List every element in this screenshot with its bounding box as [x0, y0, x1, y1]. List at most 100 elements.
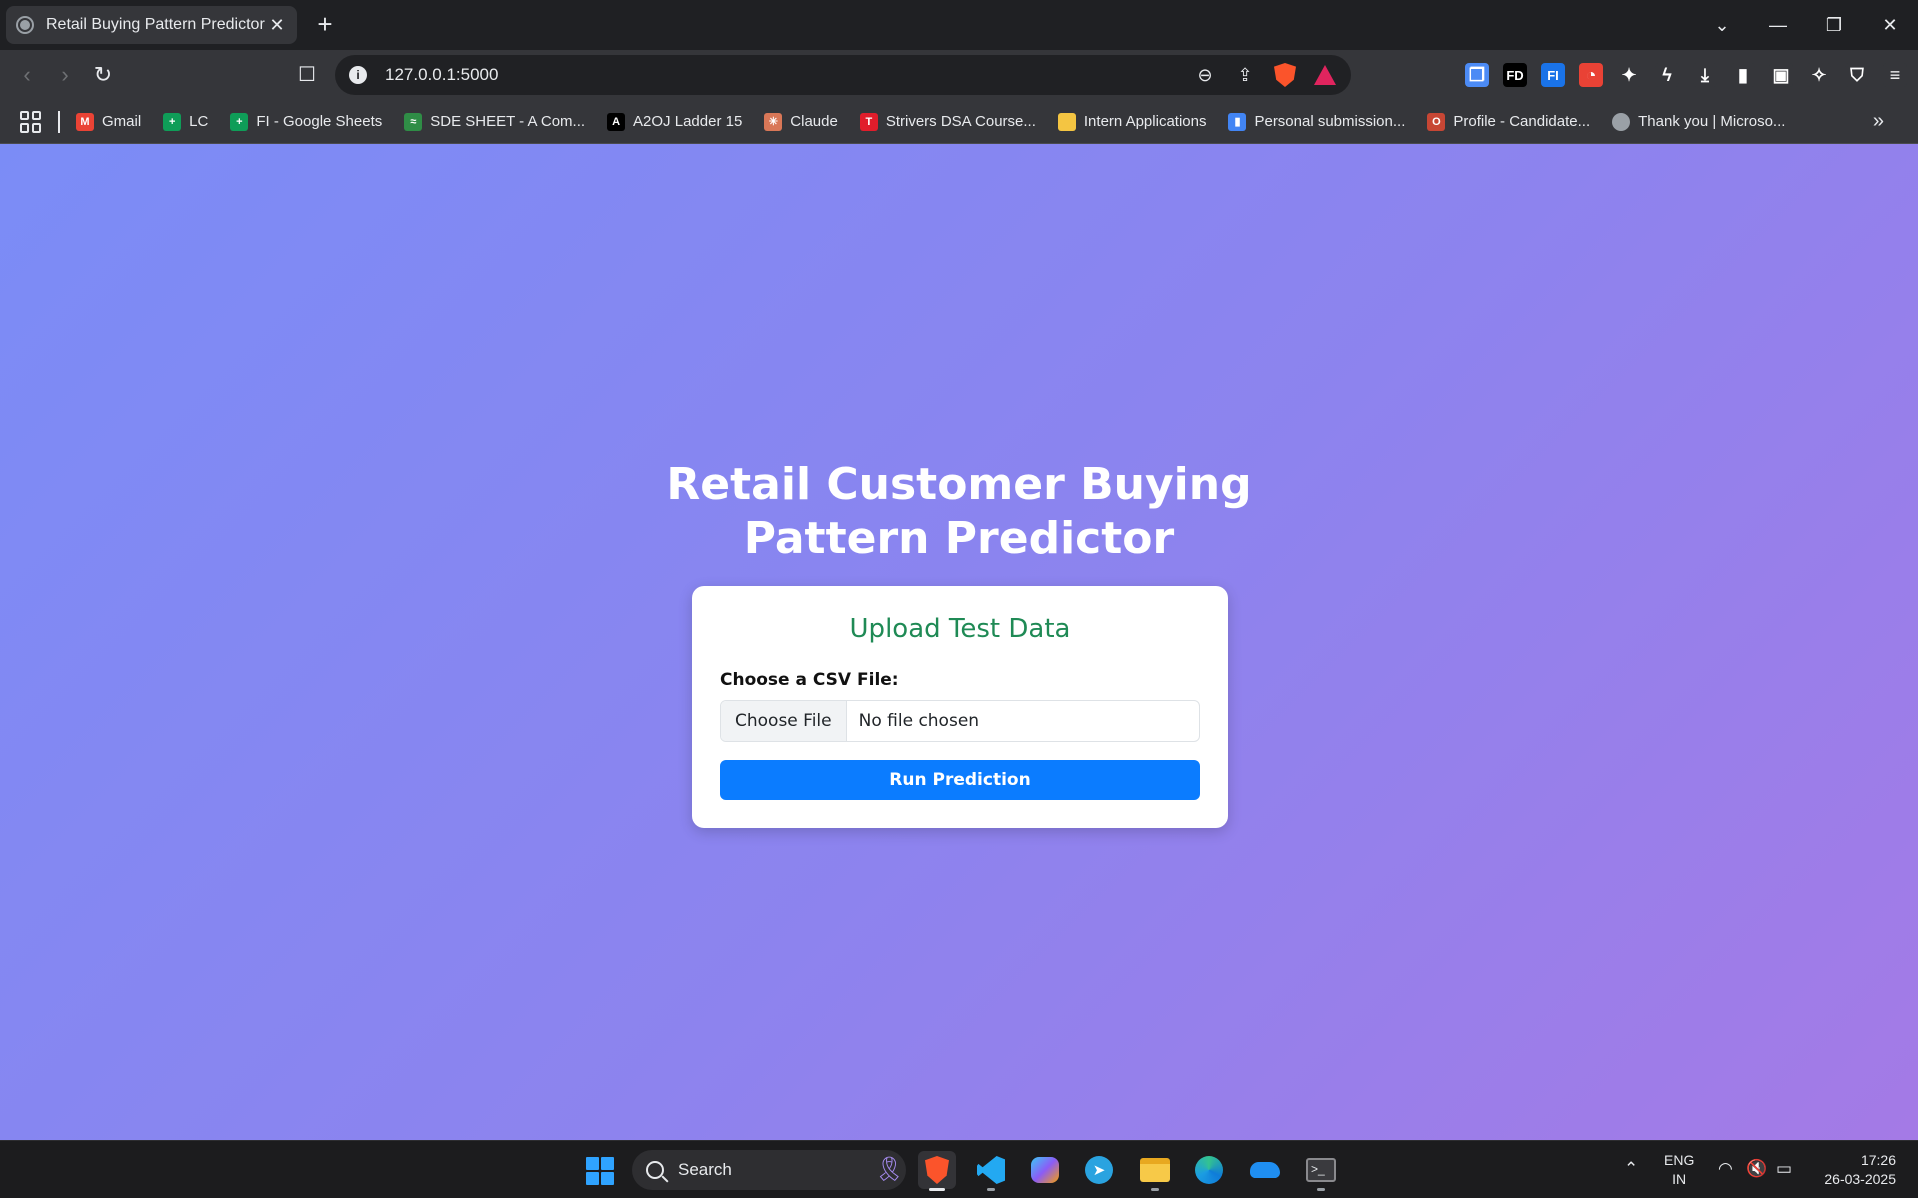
- region-code: IN: [1672, 1171, 1687, 1187]
- brave-icon[interactable]: [918, 1151, 956, 1191]
- upload-card: Upload Test Data Choose a CSV File: Choo…: [692, 586, 1228, 828]
- bolt-ext-icon[interactable]: ϟ: [1655, 63, 1679, 87]
- clock-date: 26-03-2025: [1824, 1171, 1896, 1187]
- taskbar-search[interactable]: Search 🎗: [632, 1150, 906, 1190]
- puzzle-icon[interactable]: ✦: [1617, 63, 1641, 87]
- minimize-button[interactable]: —: [1750, 15, 1806, 36]
- gmail-icon: M: [76, 112, 94, 131]
- close-window-button[interactable]: ✕: [1862, 15, 1918, 36]
- system-clock[interactable]: 17:26 26-03-2025: [1824, 1151, 1896, 1189]
- tab-title: Retail Buying Pattern Predictor: [46, 16, 265, 33]
- awareness-ribbon-icon: 🎗: [874, 1156, 905, 1183]
- bookmark-label: FI - Google Sheets: [256, 113, 383, 130]
- edge-icon[interactable]: [1190, 1151, 1228, 1189]
- tuf-icon: T: [859, 112, 878, 131]
- bookmark-label: Intern Applications: [1083, 113, 1207, 130]
- wifi-icon[interactable]: ◠: [1718, 1159, 1733, 1179]
- choose-file-button[interactable]: Choose File: [721, 701, 847, 741]
- bookmark-item[interactable]: T Strivers DSA Course...: [859, 112, 1036, 131]
- bookmark-label: A2OJ Ladder 15: [633, 113, 743, 130]
- bookmark-item[interactable]: A A2OJ Ladder 15: [607, 112, 743, 131]
- bookmark-label: LC: [189, 113, 209, 130]
- oracle-icon: O: [1427, 112, 1446, 131]
- globe-icon: [1612, 112, 1631, 131]
- sheets-icon: +: [230, 112, 249, 131]
- brave-shields-icon[interactable]: [1273, 63, 1297, 87]
- bookmark-item[interactable]: Thank you | Microso...: [1612, 112, 1786, 131]
- windows-taskbar: Search 🎗 ➤ >_ ⌃ ENG IN ◠ 🔇 ▭ 17:26 26-03…: [0, 1140, 1918, 1198]
- site-info-icon[interactable]: i: [349, 66, 367, 84]
- close-tab-icon[interactable]: ✕: [267, 15, 287, 36]
- brave-rewards-icon[interactable]: [1313, 63, 1337, 87]
- globe-icon: [16, 16, 34, 34]
- telegram-icon[interactable]: ➤: [1080, 1151, 1118, 1189]
- download-icon[interactable]: ⤓: [1693, 63, 1717, 87]
- translate-ext-icon[interactable]: ❐: [1465, 63, 1489, 87]
- bookmark-label: Profile - Candidate...: [1453, 113, 1591, 130]
- bookmark-label: Personal submission...: [1254, 113, 1406, 130]
- url-text[interactable]: 127.0.0.1:5000: [385, 65, 1177, 85]
- menu-icon[interactable]: ≡: [1883, 63, 1907, 87]
- sidebar-icon[interactable]: ▮: [1731, 63, 1755, 87]
- file-explorer-icon[interactable]: [1136, 1151, 1174, 1191]
- bookmark-item[interactable]: + LC: [163, 112, 209, 131]
- chart-icon: ▮: [1228, 112, 1247, 131]
- reload-icon[interactable]: ↻: [90, 62, 116, 88]
- language-code: ENG: [1664, 1152, 1695, 1168]
- bookmark-item[interactable]: + FI - Google Sheets: [230, 112, 383, 131]
- back-icon[interactable]: ‹: [14, 62, 40, 88]
- bookmark-item[interactable]: O Profile - Candidate...: [1427, 112, 1591, 131]
- share-icon[interactable]: ⇪: [1233, 63, 1257, 87]
- sheets-icon: +: [163, 112, 182, 131]
- page-title: Retail Customer Buying Pattern Predictor: [0, 458, 1918, 566]
- taskbar-search-label: Search: [678, 1160, 732, 1179]
- onedrive-icon[interactable]: [1246, 1151, 1284, 1189]
- bookmark-item[interactable]: M Gmail: [76, 112, 142, 131]
- leo-ai-icon[interactable]: ✧: [1807, 63, 1831, 87]
- color-ext-icon[interactable]: ◔: [1579, 63, 1603, 87]
- volume-muted-icon[interactable]: 🔇: [1746, 1159, 1767, 1179]
- zoom-icon[interactable]: ⊖: [1193, 63, 1217, 87]
- tab-search-chevron-icon[interactable]: ⌄: [1694, 15, 1750, 36]
- page-title-line-1: Retail Customer Buying: [666, 459, 1252, 510]
- fi-ext-icon[interactable]: FI: [1541, 63, 1565, 87]
- bookmark-item[interactable]: ✳ Claude: [764, 112, 838, 131]
- search-icon: [646, 1161, 664, 1179]
- bookmark-item[interactable]: ≈ SDE SHEET - A Com...: [404, 112, 586, 131]
- bookmarks-bar: M Gmail + LC + FI - Google Sheets ≈ SDE SHEET -…: [0, 100, 1918, 144]
- tab-active[interactable]: Retail Buying Pattern Predictor ✕: [6, 6, 297, 44]
- bookmarks-divider: [58, 110, 60, 133]
- wallet-icon[interactable]: ▣: [1769, 63, 1793, 87]
- bookmark-icon[interactable]: ☐: [294, 62, 320, 88]
- apps-grid-icon[interactable]: [20, 110, 42, 133]
- language-indicator[interactable]: ENG IN: [1664, 1151, 1694, 1189]
- more-bookmarks-icon[interactable]: »: [1873, 110, 1884, 133]
- claude-icon: ✳: [764, 112, 783, 131]
- battery-icon[interactable]: ▭: [1776, 1159, 1792, 1179]
- restore-button[interactable]: ❐: [1806, 15, 1862, 36]
- vscode-icon[interactable]: [972, 1151, 1010, 1191]
- geeks-icon: ≈: [404, 112, 423, 131]
- folder-icon: [1057, 112, 1076, 131]
- bookmark-label: SDE SHEET - A Com...: [430, 113, 586, 130]
- terminal-icon[interactable]: >_: [1302, 1151, 1340, 1191]
- clock-time: 17:26: [1860, 1152, 1896, 1168]
- fd-ext-icon[interactable]: FD: [1503, 63, 1527, 87]
- copilot-icon[interactable]: [1026, 1151, 1064, 1189]
- tab-strip: Retail Buying Pattern Predictor ✕ + ⌄ — …: [0, 0, 1918, 50]
- forward-icon[interactable]: ›: [52, 62, 78, 88]
- run-prediction-button[interactable]: Run Prediction: [720, 760, 1200, 800]
- bookmark-item[interactable]: Intern Applications: [1057, 112, 1207, 131]
- address-bar[interactable]: i 127.0.0.1:5000 ⊖ ⇪: [335, 55, 1351, 95]
- show-hidden-icons-chevron[interactable]: ⌃: [1624, 1159, 1638, 1179]
- a2oj-icon: A: [607, 112, 626, 131]
- page-title-line-2: Pattern Predictor: [743, 513, 1175, 564]
- bookmark-label: Gmail: [102, 113, 142, 130]
- bookmark-item[interactable]: ▮ Personal submission...: [1228, 112, 1406, 131]
- vpn-shield-icon[interactable]: ⛉: [1845, 63, 1869, 87]
- page-background: Retail Customer Buying Pattern Predictor…: [0, 144, 1918, 1140]
- windows-start-icon[interactable]: [586, 1157, 614, 1185]
- csv-file-input[interactable]: Choose File No file chosen: [720, 700, 1200, 742]
- bookmark-label: Thank you | Microso...: [1638, 113, 1786, 130]
- new-tab-button[interactable]: +: [312, 10, 338, 38]
